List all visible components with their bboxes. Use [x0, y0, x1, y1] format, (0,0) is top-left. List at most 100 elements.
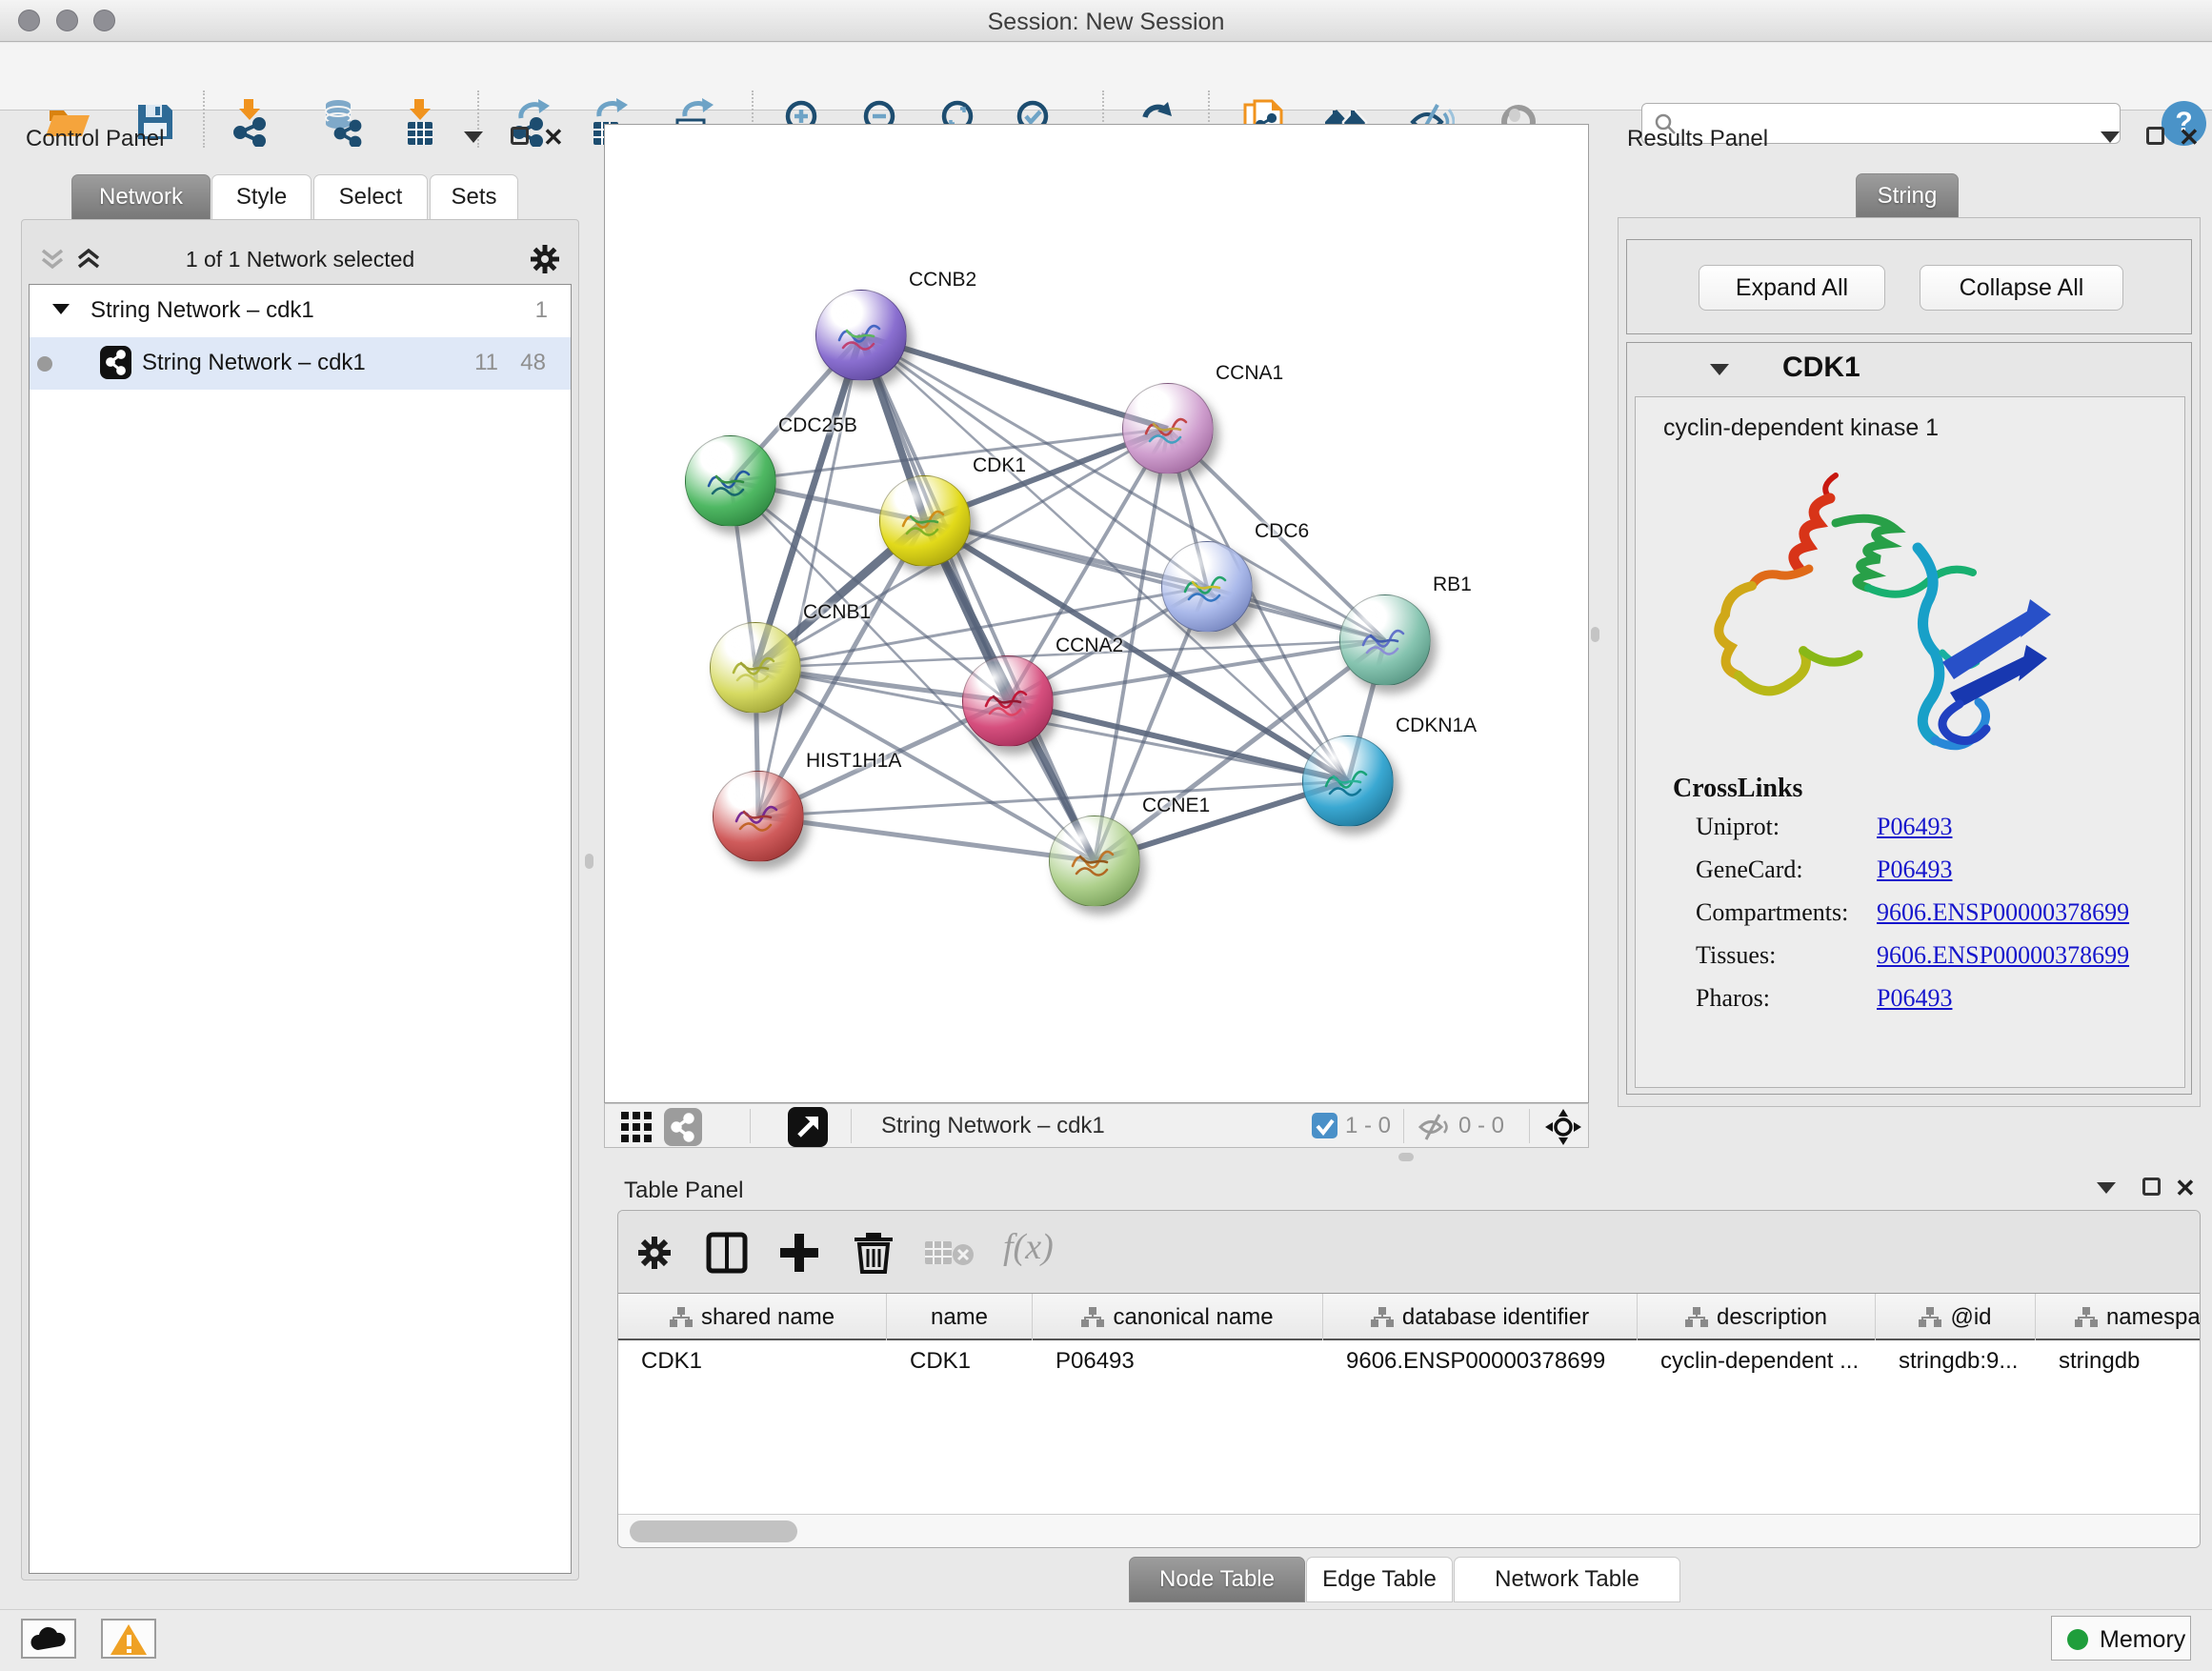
- tab-network[interactable]: Network: [71, 174, 211, 220]
- tab-string[interactable]: String: [1856, 173, 1959, 219]
- table-cell[interactable]: CDK1: [887, 1342, 1033, 1382]
- column-header-label: namespace: [2106, 1304, 2201, 1331]
- column-header-label: shared name: [701, 1304, 835, 1331]
- hidden-counts: 0 - 0: [1458, 1113, 1504, 1139]
- table-toolbar: f(x): [618, 1211, 2201, 1293]
- column-header-shared-name[interactable]: shared name: [618, 1294, 887, 1340]
- table-panel-maximize-icon[interactable]: [2142, 1178, 2161, 1196]
- network-edge[interactable]: [758, 335, 861, 816]
- table-cell[interactable]: P06493: [1033, 1342, 1323, 1382]
- table-cell[interactable]: stringdb:9...: [1876, 1342, 2036, 1382]
- warning-button[interactable]: [101, 1619, 156, 1659]
- entry-gene-name: CDK1: [1782, 352, 1860, 384]
- string-entry-cdk1: CDK1 cyclin-dependent kinase 1: [1626, 342, 2192, 1095]
- column-namespace-icon: [1919, 1307, 1941, 1328]
- network-edge[interactable]: [861, 335, 1168, 429]
- column-header--id[interactable]: @id: [1876, 1294, 2036, 1340]
- column-header-namespace[interactable]: namespace: [2036, 1294, 2201, 1340]
- memory-button[interactable]: Memory: [2051, 1616, 2191, 1661]
- selected-checkbox-icon[interactable]: [1312, 1113, 1337, 1138]
- network-node-hist1h1a[interactable]: [713, 771, 804, 862]
- tab-style[interactable]: Style: [211, 174, 312, 220]
- tab-sets[interactable]: Sets: [430, 174, 518, 220]
- splitter-handle[interactable]: [1591, 627, 1599, 642]
- protein-thumbnail: [1138, 405, 1199, 458]
- results-panel-maximize-icon[interactable]: [2146, 127, 2164, 145]
- control-panel-maximize-icon[interactable]: [511, 127, 529, 145]
- table-cell[interactable]: stringdb: [2036, 1342, 2201, 1382]
- grid-view-icon[interactable]: [619, 1110, 655, 1144]
- network-canvas[interactable]: CCNB2 CCNA1 CDC25B CDK1 CDC6: [604, 124, 1589, 1103]
- table-row[interactable]: CDK1CDK1P064939606.ENSP00000378699cyclin…: [618, 1342, 2201, 1382]
- protein-thumbnail: [701, 457, 762, 511]
- network-node-ccnb2[interactable]: [815, 290, 907, 381]
- import-network-database-icon[interactable]: [317, 97, 367, 147]
- column-header-name[interactable]: name: [887, 1294, 1033, 1340]
- fit-content-icon[interactable]: [1544, 1108, 1582, 1146]
- network-node-cdc25b[interactable]: [685, 435, 776, 527]
- network-selection-bar: 1 of 1 Network selected: [29, 240, 572, 282]
- network-node-cdkn1a[interactable]: [1302, 735, 1394, 827]
- collapse-all-button[interactable]: Collapse All: [1920, 265, 2123, 311]
- control-panel-close-icon[interactable]: ✕: [543, 128, 564, 147]
- entry-collapse-icon[interactable]: [1710, 364, 1729, 375]
- table-hscrollbar[interactable]: [618, 1514, 2201, 1548]
- splitter-handle[interactable]: [1398, 1153, 1414, 1161]
- column-header-database-identifier[interactable]: database identifier: [1323, 1294, 1638, 1340]
- results-panel-float-icon[interactable]: [2101, 131, 2120, 143]
- column-namespace-icon: [670, 1307, 693, 1328]
- network-edge[interactable]: [925, 521, 1385, 640]
- table-panel-close-icon[interactable]: ✕: [2175, 1178, 2196, 1198]
- cloud-button[interactable]: [21, 1619, 76, 1659]
- crosslink-link[interactable]: 9606.ENSP00000378699: [1877, 898, 2129, 927]
- import-table-icon[interactable]: [395, 97, 445, 147]
- network-node-ccnb1[interactable]: [710, 622, 801, 714]
- table-hscrollbar-thumb[interactable]: [630, 1520, 797, 1542]
- control-panel-float-icon[interactable]: [464, 131, 483, 143]
- create-column-icon[interactable]: [778, 1232, 820, 1274]
- edge-count: 48: [520, 350, 546, 376]
- table-cell[interactable]: cyclin-dependent ...: [1638, 1342, 1876, 1382]
- expand-all-button[interactable]: Expand All: [1699, 265, 1885, 311]
- column-header-label: canonical name: [1113, 1304, 1273, 1331]
- network-edge[interactable]: [861, 335, 1095, 861]
- network-node-cdk1[interactable]: [879, 475, 971, 567]
- table-header-row: shared name name canonical name database id…: [618, 1294, 2201, 1340]
- tab-node-table[interactable]: Node Table: [1129, 1557, 1305, 1602]
- network-node-ccna1[interactable]: [1122, 383, 1214, 474]
- network-node-ccna2[interactable]: [962, 655, 1054, 747]
- crosslink-label: GeneCard:: [1696, 856, 1803, 883]
- show-columns-icon[interactable]: [706, 1232, 748, 1274]
- export-view-icon[interactable]: [788, 1107, 828, 1147]
- node-count: 11: [474, 350, 498, 376]
- crosslink-link[interactable]: P06493: [1877, 813, 1952, 841]
- table-panel-float-icon[interactable]: [2097, 1182, 2116, 1194]
- network-view-title: String Network – cdk1: [881, 1113, 1105, 1139]
- delete-column-icon[interactable]: [853, 1230, 895, 1274]
- network-node-ccne1[interactable]: [1049, 815, 1140, 907]
- table-cell[interactable]: CDK1: [618, 1342, 887, 1382]
- network-birdseye-icon[interactable]: [664, 1108, 702, 1146]
- tab-network-table[interactable]: Network Table: [1454, 1557, 1680, 1602]
- crosslink-link[interactable]: 9606.ENSP00000378699: [1877, 941, 2129, 970]
- crosslink-link[interactable]: P06493: [1877, 984, 1952, 1013]
- node-table[interactable]: shared name name canonical name database id…: [618, 1293, 2201, 1514]
- gear-icon[interactable]: [528, 242, 562, 276]
- results-panel-close-icon[interactable]: ✕: [2179, 128, 2200, 147]
- network-collection-row[interactable]: String Network – cdk1 1: [30, 285, 571, 337]
- table-cell[interactable]: 9606.ENSP00000378699: [1323, 1342, 1638, 1382]
- import-network-icon[interactable]: [225, 97, 274, 147]
- table-gear-icon[interactable]: [635, 1234, 674, 1272]
- network-edge[interactable]: [758, 816, 1095, 861]
- tab-select[interactable]: Select: [313, 174, 428, 220]
- column-header-canonical-name[interactable]: canonical name: [1033, 1294, 1323, 1340]
- network-node-rb1[interactable]: [1339, 594, 1431, 686]
- collection-expand-icon[interactable]: [52, 304, 70, 314]
- network-row-selected[interactable]: String Network – cdk1 11 48: [30, 337, 571, 390]
- tab-edge-table[interactable]: Edge Table: [1306, 1557, 1453, 1602]
- network-node-cdc6[interactable]: [1161, 541, 1253, 633]
- column-header-description[interactable]: description: [1638, 1294, 1876, 1340]
- crosslink-link[interactable]: P06493: [1877, 856, 1952, 884]
- splitter-handle[interactable]: [585, 854, 593, 869]
- control-panel-title: Control Panel: [26, 126, 164, 152]
